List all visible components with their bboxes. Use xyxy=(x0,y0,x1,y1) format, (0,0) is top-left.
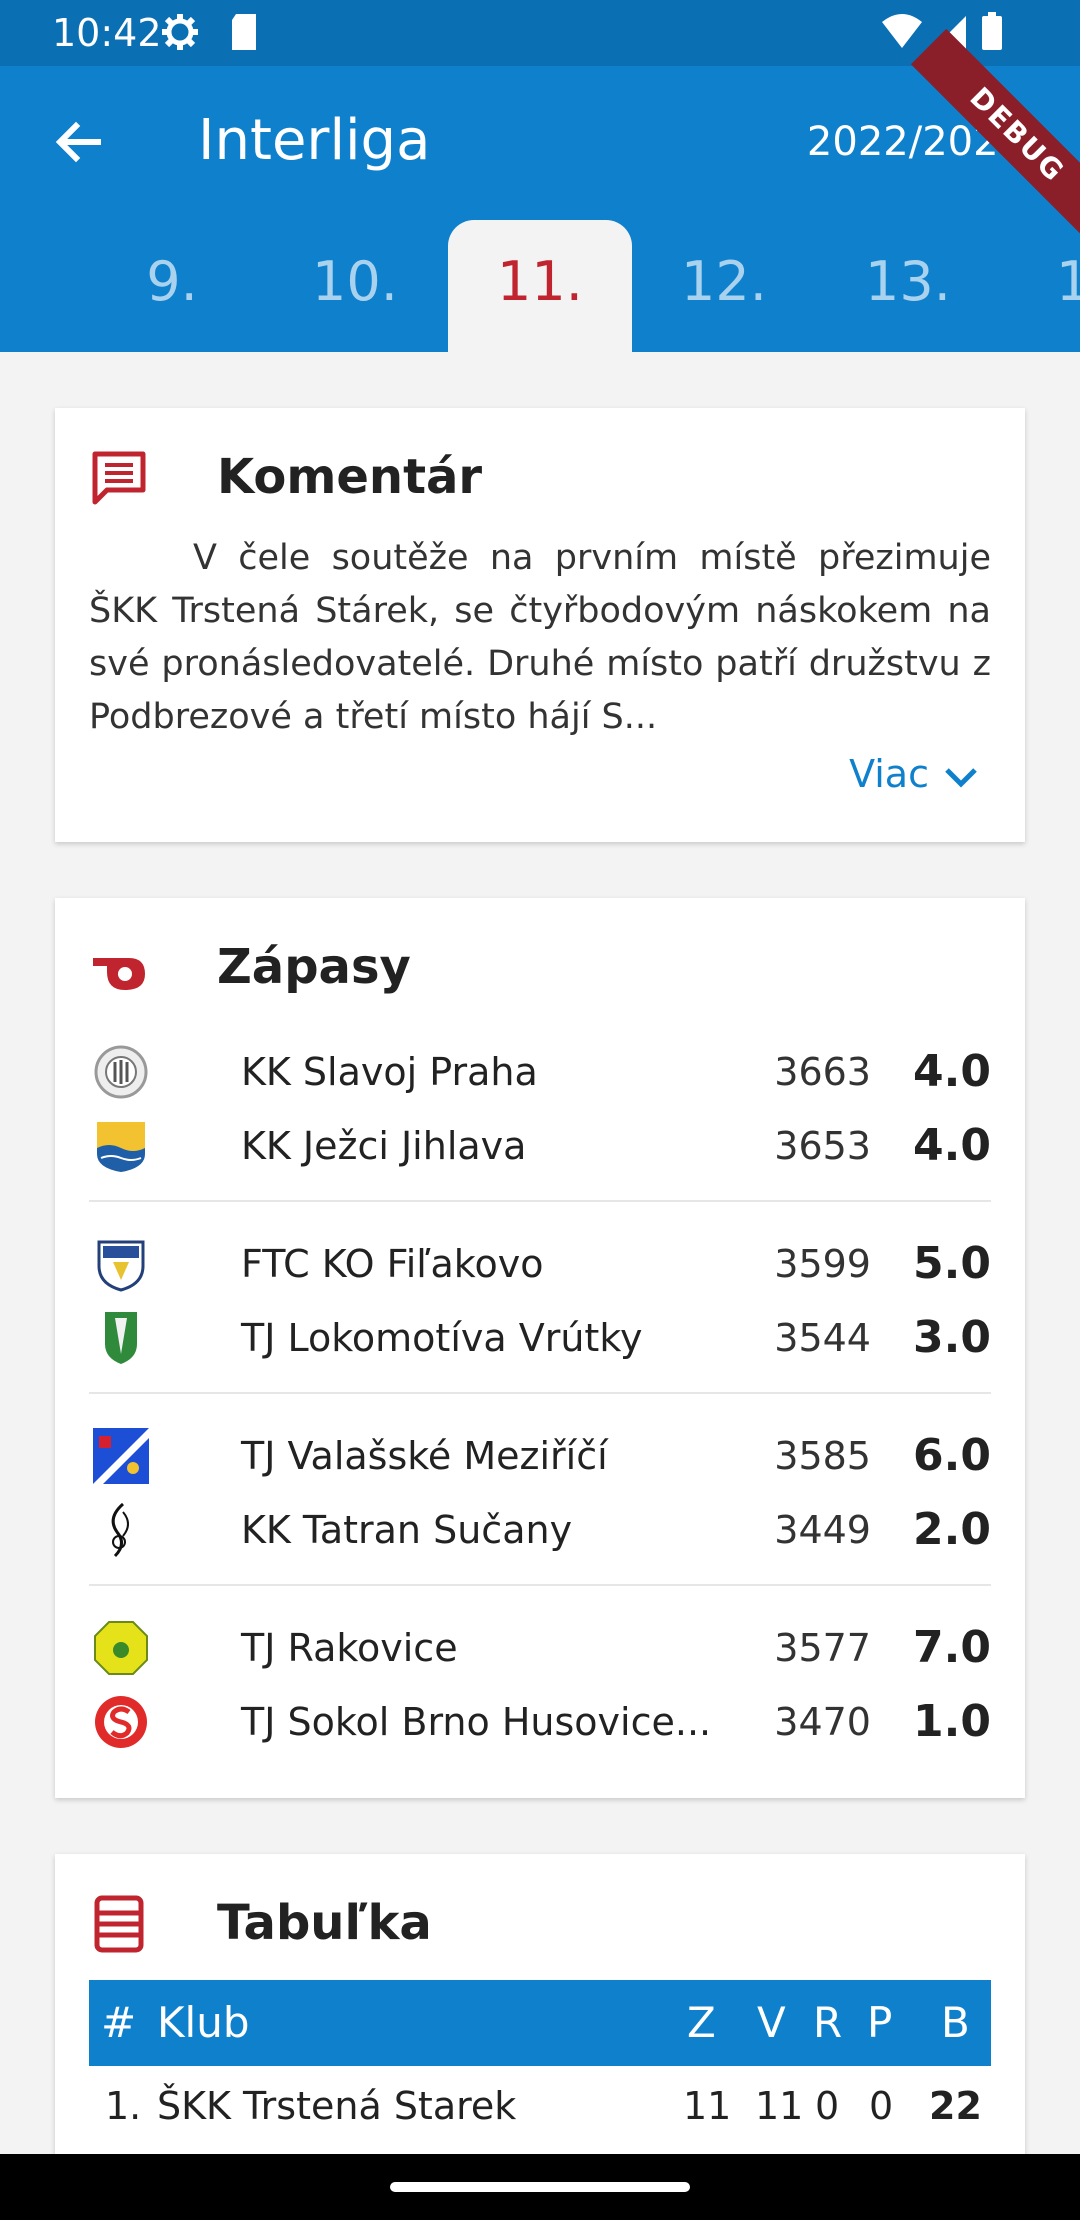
comment-icon xyxy=(89,448,149,508)
col-club: Klub xyxy=(157,1998,250,2047)
comment-card: Komentár V čele soutěže na prvním místě … xyxy=(55,408,1025,842)
tab-round-13[interactable]: 13. xyxy=(816,220,1000,352)
home-team-row: KK Slavoj Praha 3663 4.0 xyxy=(89,1034,991,1110)
row-lost: 0 xyxy=(869,2084,894,2128)
team-score: 3585 xyxy=(774,1434,871,1478)
match-item[interactable]: FTC KO Fiľakovo 3599 5.0 TJ Lokomotíva V… xyxy=(89,1226,991,1418)
match-divider xyxy=(89,1584,991,1586)
match-item[interactable]: KK Slavoj Praha 3663 4.0 KK Ježci Jihlav… xyxy=(89,1034,991,1226)
valasske-mezirici-logo-icon xyxy=(93,1428,149,1484)
chevron-down-icon xyxy=(929,752,979,796)
team-name: KK Tatran Sučany xyxy=(241,1508,573,1552)
col-points: B xyxy=(941,1998,970,2047)
away-team-row: KK Ježci Jihlava 3653 4.0 xyxy=(89,1108,991,1184)
tab-round-9[interactable]: 9. xyxy=(80,220,264,352)
lokomotiva-vrutky-logo-icon xyxy=(93,1310,149,1366)
match-item[interactable]: TJ Rakovice 3577 7.0 TJ Sokol Brno Husov… xyxy=(89,1610,991,1802)
away-team-row: TJ Lokomotíva Vrútky 3544 3.0 xyxy=(89,1300,991,1376)
team-score: 3449 xyxy=(774,1508,871,1552)
row-draw: 0 xyxy=(815,2084,840,2128)
col-lost: P xyxy=(867,1998,893,2047)
team-score: 3577 xyxy=(774,1626,871,1670)
round-tabs: . 9. 10. 11. 12. 13. 1 xyxy=(0,220,1080,352)
home-team-row: FTC KO Fiľakovo 3599 5.0 xyxy=(89,1226,991,1302)
table-row[interactable]: 1. ŠKK Trstená Starek 11 11 0 0 22 xyxy=(89,2066,991,2146)
match-item[interactable]: TJ Valašské Meziříčí 3585 6.0 KK Tatran … xyxy=(89,1418,991,1610)
match-divider xyxy=(89,1200,991,1202)
team-points: 5.0 xyxy=(913,1238,991,1289)
status-time: 10:42 xyxy=(52,11,162,55)
comment-text: V čele soutěže na prvním místě přezimuje… xyxy=(89,538,991,737)
tab-round-14[interactable]: 1 xyxy=(1000,220,1080,352)
team-name: KK Slavoj Praha xyxy=(241,1050,538,1094)
more-button[interactable]: Viac xyxy=(849,744,979,804)
row-club: ŠKK Trstená Starek xyxy=(157,2084,517,2128)
team-score: 3663 xyxy=(774,1050,871,1094)
comment-title: Komentár xyxy=(217,449,483,505)
away-team-row: TJ Sokol Brno Husovice... 3470 1.0 xyxy=(89,1684,991,1760)
slavoj-praha-logo-icon xyxy=(93,1044,149,1100)
team-name: TJ Valašské Meziříčí xyxy=(241,1434,608,1478)
team-points: 4.0 xyxy=(913,1120,991,1171)
table-icon xyxy=(89,1894,149,1954)
more-label: Viac xyxy=(849,752,929,796)
team-points: 6.0 xyxy=(913,1430,991,1481)
standings-card: Tabuľka # Klub Z V R P B 1. ŠKK Trstená … xyxy=(55,1854,1025,2174)
col-rank: # xyxy=(101,1998,137,2047)
team-points: 1.0 xyxy=(913,1696,991,1747)
wifi-icon xyxy=(880,12,924,56)
home-team-row: TJ Valašské Meziříčí 3585 6.0 xyxy=(89,1418,991,1494)
settings-status-icon xyxy=(160,12,200,56)
away-team-row: KK Tatran Sučany 3449 2.0 xyxy=(89,1492,991,1568)
jezci-jihlava-logo-icon xyxy=(93,1118,149,1174)
home-gesture-handle[interactable] xyxy=(390,2182,690,2192)
whistle-icon xyxy=(89,938,149,998)
filakovo-logo-icon xyxy=(93,1236,149,1292)
match-divider xyxy=(89,1392,991,1394)
team-name: TJ Rakovice xyxy=(241,1626,458,1670)
col-won: V xyxy=(757,1998,786,2047)
row-rank: 1. xyxy=(105,2084,142,2128)
team-points: 7.0 xyxy=(913,1622,991,1673)
tab-round-8[interactable]: . xyxy=(0,220,34,352)
sokol-husovice-logo-icon xyxy=(93,1694,149,1750)
col-draw: R xyxy=(813,1998,843,2047)
row-points: 22 xyxy=(929,2084,982,2128)
tab-round-10[interactable]: 10. xyxy=(263,220,447,352)
rakovice-logo-icon xyxy=(93,1620,149,1676)
tatran-sucany-logo-icon xyxy=(93,1502,149,1558)
row-won: 11 xyxy=(755,2084,804,2128)
matches-card: Zápasy KK Slavoj Praha 3663 4.0 KK Ježci… xyxy=(55,898,1025,1798)
team-points: 3.0 xyxy=(913,1312,991,1363)
back-arrow-icon[interactable] xyxy=(48,112,108,172)
standings-title: Tabuľka xyxy=(217,1895,432,1951)
team-score: 3544 xyxy=(774,1316,871,1360)
col-played: Z xyxy=(687,1998,716,2047)
team-name: TJ Lokomotíva Vrútky xyxy=(241,1316,643,1360)
system-nav-bar xyxy=(0,2154,1080,2220)
tab-round-12[interactable]: 12. xyxy=(632,220,816,352)
team-score: 3653 xyxy=(774,1124,871,1168)
team-points: 2.0 xyxy=(913,1504,991,1555)
team-score: 3470 xyxy=(774,1700,871,1744)
team-points: 4.0 xyxy=(913,1046,991,1097)
matches-title: Zápasy xyxy=(217,939,411,995)
page-title: Interliga xyxy=(198,108,431,173)
standings-table-header: # Klub Z V R P B xyxy=(89,1980,991,2066)
team-name: KK Ježci Jihlava xyxy=(241,1124,527,1168)
team-score: 3599 xyxy=(774,1242,871,1286)
sd-card-icon xyxy=(228,12,260,56)
row-played: 11 xyxy=(683,2084,732,2128)
team-name: TJ Sokol Brno Husovice... xyxy=(241,1700,712,1744)
team-name: FTC KO Fiľakovo xyxy=(241,1242,544,1286)
tab-round-11[interactable]: 11. xyxy=(448,220,632,352)
battery-icon xyxy=(980,12,1004,56)
home-team-row: TJ Rakovice 3577 7.0 xyxy=(89,1610,991,1686)
